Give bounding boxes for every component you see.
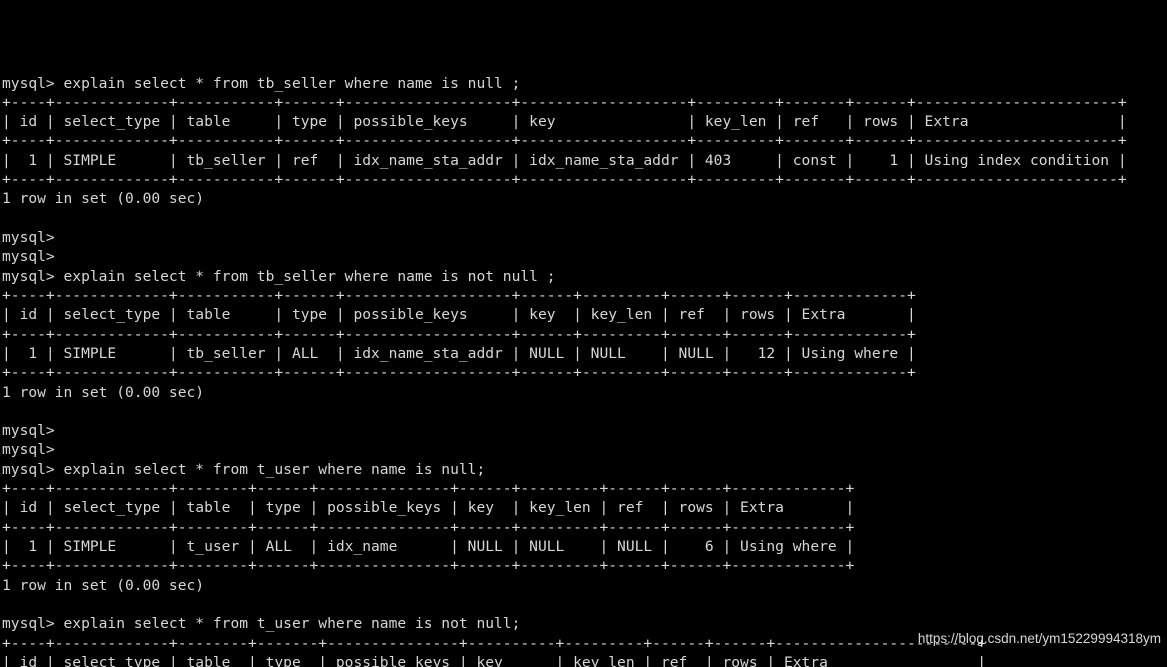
terminal-window[interactable]: mysql> explain select * from tb_seller w…: [0, 0, 1167, 667]
terminal-output-text: mysql> explain select * from tb_seller w…: [2, 74, 1127, 667]
